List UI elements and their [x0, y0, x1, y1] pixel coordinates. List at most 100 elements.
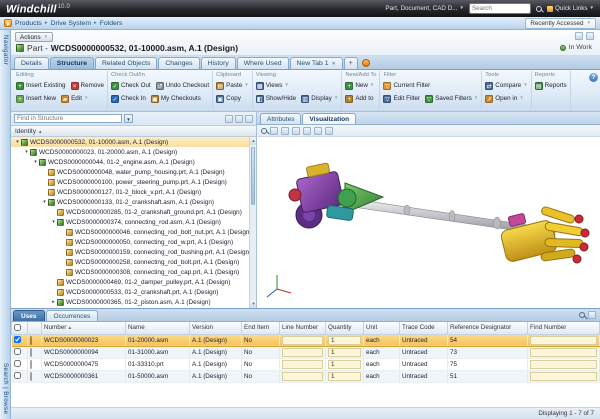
add-tab-button[interactable]: + — [344, 57, 358, 69]
actions-button[interactable]: Actions▼ — [15, 32, 53, 42]
fit-view-icon[interactable] — [292, 127, 300, 135]
tree-node[interactable]: ▾WCDS0000000023, 01-20000.asm, A.1 (Desi… — [11, 147, 256, 157]
view-options-icon[interactable] — [325, 127, 333, 135]
ribbon-button-show-hide[interactable]: ◧Show/Hide — [256, 95, 296, 103]
quantity-input[interactable]: 1 — [328, 348, 361, 357]
find-number-input[interactable] — [530, 372, 597, 381]
tree-node[interactable]: WCDS0000000533, 01-2_crankshaft.prt, A.1… — [11, 287, 256, 297]
collapse-icon[interactable]: ▾ — [50, 219, 57, 225]
mail-icon[interactable] — [575, 32, 583, 40]
tree-node[interactable]: WCDS0000000469, 01-2_damper_pulley.prt, … — [11, 277, 256, 287]
bottom-tab-occurrences[interactable]: Occurrences — [46, 310, 99, 321]
ribbon-button-paste[interactable]: ▤Paste▼ — [216, 82, 249, 90]
ribbon-button-current-filter[interactable]: ▽Current Filter — [383, 82, 430, 90]
column-header-trace-code[interactable]: Trace Code — [400, 322, 448, 334]
ribbon-button-check-in[interactable]: ✓Check In — [111, 95, 146, 103]
ribbon-button-check-out[interactable]: ✓Check Out — [111, 82, 151, 90]
ribbon-button-edit[interactable]: ▰Edit▼ — [61, 95, 88, 103]
quick-links-menu[interactable]: Quick Links▼ — [547, 5, 594, 12]
line-number-input[interactable] — [282, 348, 323, 357]
search-browse-tabs[interactable]: Search | Browse — [2, 363, 9, 414]
navigator-tab[interactable]: Navigator — [2, 35, 9, 65]
tab-changes[interactable]: Changes — [158, 57, 199, 69]
breadcrumb-item-products[interactable]: Products — [15, 20, 42, 27]
row-checkbox[interactable] — [14, 360, 21, 367]
row-checkbox[interactable] — [14, 372, 21, 379]
rotate-icon[interactable] — [314, 127, 322, 135]
tab-details[interactable]: Details — [14, 57, 49, 69]
ribbon-button-display[interactable]: ▥Display▼ — [301, 95, 338, 103]
quantity-input[interactable]: 1 — [328, 360, 361, 369]
line-number-input[interactable] — [282, 372, 323, 381]
close-icon[interactable]: ✕ — [332, 61, 336, 67]
collapse-icon[interactable]: ▾ — [41, 199, 48, 205]
tree-node[interactable]: WCDS0000000048, water_pump_housing.prt, … — [11, 167, 256, 177]
find-in-structure-input[interactable] — [14, 114, 122, 123]
tab-structure[interactable]: Structure — [50, 57, 94, 69]
scroll-down-icon[interactable]: ▼ — [250, 300, 257, 308]
column-header-name[interactable]: Name — [126, 322, 190, 334]
column-header-end-item[interactable]: End Item — [242, 322, 280, 334]
search-scope-dropdown[interactable]: Part, Document, CAD D...▼ — [385, 5, 464, 12]
column-header-line-number[interactable]: Line Number — [280, 322, 326, 334]
ribbon-button-edit-filter[interactable]: ▽Edit Filter — [383, 95, 420, 103]
find-number-input[interactable] — [530, 360, 597, 369]
column-header-reference-designator[interactable]: Reference Designator — [448, 322, 528, 334]
zoom-icon[interactable] — [261, 128, 267, 134]
tab-related-objects[interactable]: Related Objects — [95, 57, 157, 69]
pan-icon[interactable] — [303, 127, 311, 135]
row-checkbox[interactable] — [14, 348, 21, 355]
tree-node[interactable]: WCDS0000000159, connecting_rod_bushing.p… — [11, 247, 256, 257]
column-header-number[interactable]: Number ▲ — [42, 322, 126, 334]
find-dropdown-icon[interactable]: ▼ — [124, 114, 133, 123]
quantity-input[interactable]: 1 — [328, 336, 361, 345]
collapse-icon[interactable]: ▾ — [23, 149, 30, 155]
table-row[interactable]: WCDS000000009401-31000.asmA.1 (Design)No… — [12, 346, 600, 358]
search-input[interactable] — [472, 5, 528, 12]
table-settings-icon[interactable] — [588, 311, 596, 319]
column-header-quantity[interactable]: Quantity — [326, 322, 364, 334]
tree-node[interactable]: WCDS0000000285, 01-2_crankshaft_ground.p… — [11, 207, 256, 217]
collapse-icon[interactable]: ▾ — [32, 159, 39, 165]
zoom-in-icon[interactable] — [270, 127, 278, 135]
tree-node[interactable]: WCDS0000000127, 01-2_block_v.prt, A.1 (D… — [11, 187, 256, 197]
search-icon[interactable] — [536, 6, 542, 12]
tree-scrollbar[interactable]: ▲ ▼ — [249, 137, 256, 308]
column-header-unit[interactable]: Unit — [364, 322, 400, 334]
help-icon[interactable]: ? — [589, 73, 598, 82]
line-number-input[interactable] — [282, 360, 323, 369]
ribbon-button-copy[interactable]: ▣Copy — [216, 95, 241, 103]
column-header-find-number[interactable]: Find Number — [528, 322, 600, 334]
table-search-icon[interactable] — [579, 312, 585, 318]
tree-node[interactable]: WCDS0000000050, connecting_rod_w.prt, A.… — [11, 237, 256, 247]
ribbon-button-saved-filters[interactable]: ▽Saved Filters▼ — [425, 95, 478, 103]
find-number-input[interactable] — [530, 348, 597, 357]
breadcrumb-item-drive-system[interactable]: Drive System — [51, 20, 91, 27]
recently-accessed-dropdown[interactable]: Recently Accessed▼ — [525, 18, 596, 29]
tab-options-icon[interactable] — [362, 59, 370, 67]
3d-viewport[interactable] — [257, 137, 600, 308]
column-header-version[interactable]: Version — [190, 322, 242, 334]
table-row[interactable]: WCDS000000002301-20000.asmA.1 (Design)No… — [12, 334, 600, 346]
ribbon-button-views[interactable]: ▦Views▼ — [256, 82, 289, 90]
expand-icon[interactable]: ▸ — [50, 299, 57, 305]
navigator-strip[interactable]: Navigator Search | Browse — [0, 30, 11, 419]
tree-node[interactable]: ▾WCDS0000000133, 01-2_crankshaft.asm, A.… — [11, 197, 256, 207]
search-input-box[interactable] — [469, 3, 531, 14]
ribbon-button-my-checkouts[interactable]: ▣My Checkouts — [151, 95, 201, 103]
table-row[interactable]: WCDS000000036101-50000.asmA.1 (Design)No… — [12, 370, 600, 382]
line-number-input[interactable] — [282, 336, 323, 345]
viewer-tab-attributes[interactable]: Attributes — [260, 113, 301, 124]
cad-model-crankshaft-assembly[interactable] — [257, 137, 600, 308]
tree-node[interactable]: WCDS0000000100, power_steering_pump.prt,… — [11, 177, 256, 187]
ribbon-button-open-in[interactable]: ↗Open in▼ — [485, 95, 524, 103]
ribbon-button-remove[interactable]: ×Remove — [71, 82, 104, 90]
binoculars-icon[interactable] — [225, 115, 233, 123]
ribbon-button-compare[interactable]: ⇄Compare▼ — [485, 82, 527, 90]
tab-new-tab-1[interactable]: New Tab 1✕ — [290, 57, 343, 69]
quantity-input[interactable]: 1 — [328, 372, 361, 381]
identity-column-header[interactable]: Identity ▲ — [11, 126, 257, 137]
ribbon-button-undo-checkout[interactable]: ↺Undo Checkout — [156, 82, 209, 90]
select-all-checkbox[interactable] — [14, 324, 21, 331]
ribbon-button-insert-existing[interactable]: +Insert Existing — [16, 82, 66, 90]
